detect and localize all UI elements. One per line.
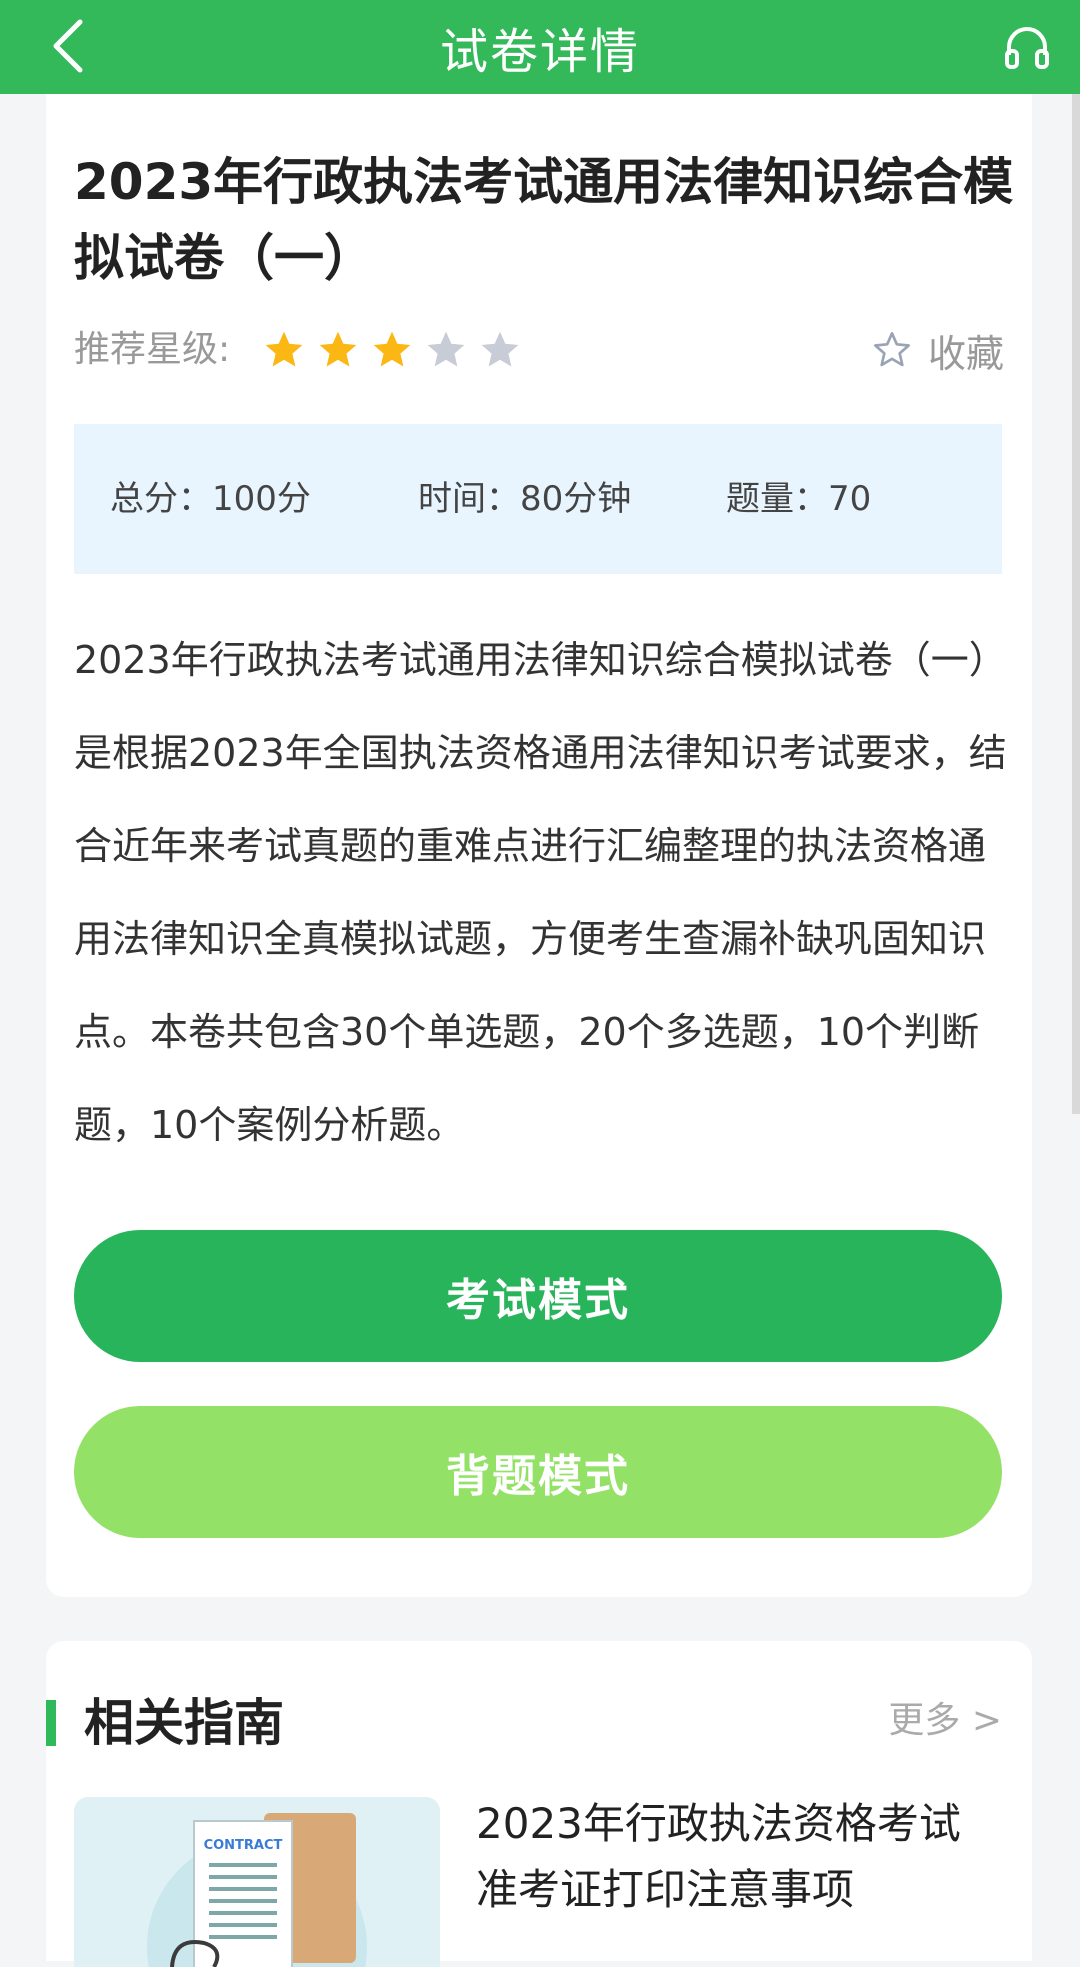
scrollbar[interactable] (1072, 94, 1080, 1114)
rating-label: 推荐星级: (74, 329, 231, 370)
star-filled-icon (265, 331, 303, 367)
related-guides-card: 相关指南 更多 > CONTRACT 2023年行政执法资格考试准考证打印注意事… (46, 1641, 1032, 1967)
rating-row: 推荐星级: 收藏 (74, 320, 1004, 380)
star-rating (262, 328, 522, 372)
section-title: 相关指南 (84, 1694, 284, 1752)
paper-info-box: 总分：100分 时间：80分钟 题量：70 (74, 424, 1002, 574)
star-empty-icon (481, 331, 519, 367)
star-empty-icon (427, 331, 465, 367)
star-filled-icon (373, 331, 411, 367)
question-count: 题量：70 (726, 479, 872, 519)
headset-button[interactable] (996, 16, 1058, 78)
guide-thumbnail[interactable]: CONTRACT (74, 1797, 440, 1967)
guide-title[interactable]: 2023年行政执法资格考试准考证打印注意事项 (476, 1791, 996, 1923)
paper-description: 2023年行政执法考试通用法律知识综合模拟试卷（一）是根据2023年全国执法资格… (74, 638, 1007, 1147)
paper-card: 2023年行政执法考试通用法律知识综合模拟试卷（一） 推荐星级: 收藏 总分：1… (46, 94, 1032, 1597)
headset-icon (1005, 27, 1049, 69)
more-link[interactable]: 更多 > (888, 1693, 1002, 1749)
star-outline-icon (873, 332, 910, 367)
section-accent-bar (46, 1700, 56, 1746)
contract-illustration: CONTRACT (147, 1813, 367, 1967)
recite-mode-button[interactable]: 背题模式 (74, 1406, 1002, 1538)
page-title: 试卷详情 (439, 24, 640, 80)
favorite-button[interactable]: 收藏 (872, 320, 1004, 380)
exam-time: 时间：80分钟 (418, 479, 632, 519)
paper-title: 2023年行政执法考试通用法律知识综合模拟试卷（一） (74, 153, 1014, 287)
total-score: 总分：100分 (110, 479, 311, 519)
star-filled-icon (319, 331, 357, 367)
exam-mode-button[interactable]: 考试模式 (74, 1230, 1002, 1362)
thumb-text: CONTRACT (204, 1838, 283, 1853)
top-bar: 试卷详情 (0, 0, 1080, 94)
favorite-label: 收藏 (927, 331, 1004, 376)
